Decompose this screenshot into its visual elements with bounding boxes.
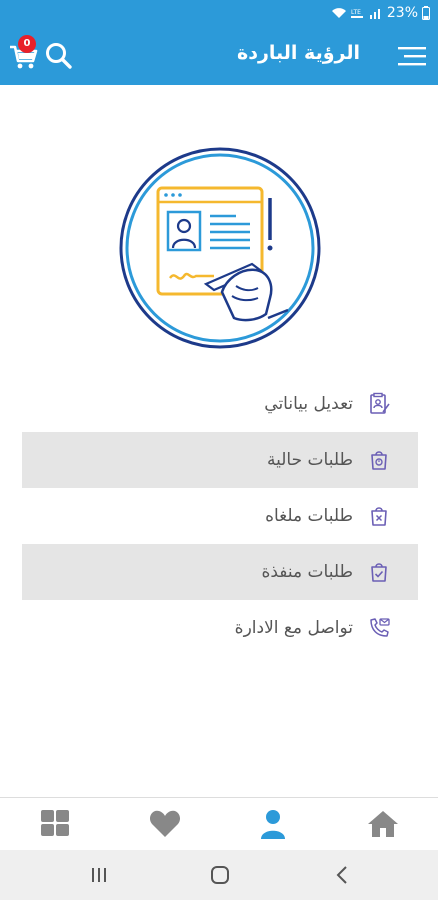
status-icons: LTE 23%: [331, 5, 430, 21]
search-button[interactable]: [44, 41, 74, 71]
profile-edit-illustration: [118, 146, 322, 350]
lte-icon: LTE: [350, 9, 363, 18]
bottom-navigation: [0, 797, 438, 850]
nav-home-button[interactable]: [366, 808, 400, 840]
nav-grid-button[interactable]: [38, 808, 72, 840]
completed-orders-icon: [371, 563, 387, 582]
menu-item-label: طلبات منفذة: [261, 562, 353, 582]
heart-icon: [149, 810, 181, 837]
back-chevron-icon: [336, 866, 347, 884]
menu-icon: [398, 47, 426, 66]
contact-admin-icon: [370, 618, 390, 637]
menu-item-label: تعديل بياناتي: [264, 394, 353, 414]
battery-icon: [422, 6, 430, 20]
app-bar: الرؤية الباردة 0: [0, 27, 438, 85]
account-menu: تعديل بياناتي طلبات حالية طلبات ملغاه طل…: [22, 376, 418, 656]
menu-item-label: تواصل مع الادارة: [234, 618, 353, 638]
system-navigation-bar: [0, 850, 438, 900]
menu-item-completed-orders[interactable]: طلبات منفذة: [22, 544, 418, 600]
menu-item-current-orders[interactable]: طلبات حالية: [22, 432, 418, 488]
home-icon: [368, 811, 398, 837]
menu-item-cancelled-orders[interactable]: طلبات ملغاه: [22, 488, 418, 544]
menu-item-edit-profile[interactable]: تعديل بياناتي: [22, 376, 418, 432]
battery-text: 23%: [386, 5, 418, 21]
edit-profile-icon: [370, 392, 390, 414]
system-home-button[interactable]: [207, 862, 233, 888]
grid-icon: [41, 810, 69, 836]
menu-item-contact-admin[interactable]: تواصل مع الادارة: [22, 600, 418, 656]
menu-item-label: طلبات حالية: [267, 450, 353, 470]
cancelled-orders-icon: [371, 507, 387, 526]
signal-icon: [369, 9, 380, 19]
wifi-icon: [331, 8, 346, 18]
nav-account-button[interactable]: [256, 808, 290, 840]
app-title: الرؤية الباردة: [237, 42, 360, 64]
status-bar: LTE 23%: [0, 0, 438, 27]
recent-apps-button[interactable]: [86, 862, 112, 888]
menu-item-label: طلبات ملغاه: [265, 506, 353, 526]
menu-button[interactable]: [398, 44, 426, 68]
nav-favorites-button[interactable]: [148, 808, 182, 840]
search-icon: [46, 43, 72, 69]
user-icon: [261, 810, 285, 839]
current-orders-icon: [371, 451, 387, 470]
cart-count-badge: 0: [18, 35, 36, 53]
circle-home-icon: [211, 866, 229, 884]
back-button[interactable]: [330, 862, 356, 888]
recent-apps-icon: [92, 868, 106, 882]
svg-text:LTE: LTE: [351, 9, 361, 16]
